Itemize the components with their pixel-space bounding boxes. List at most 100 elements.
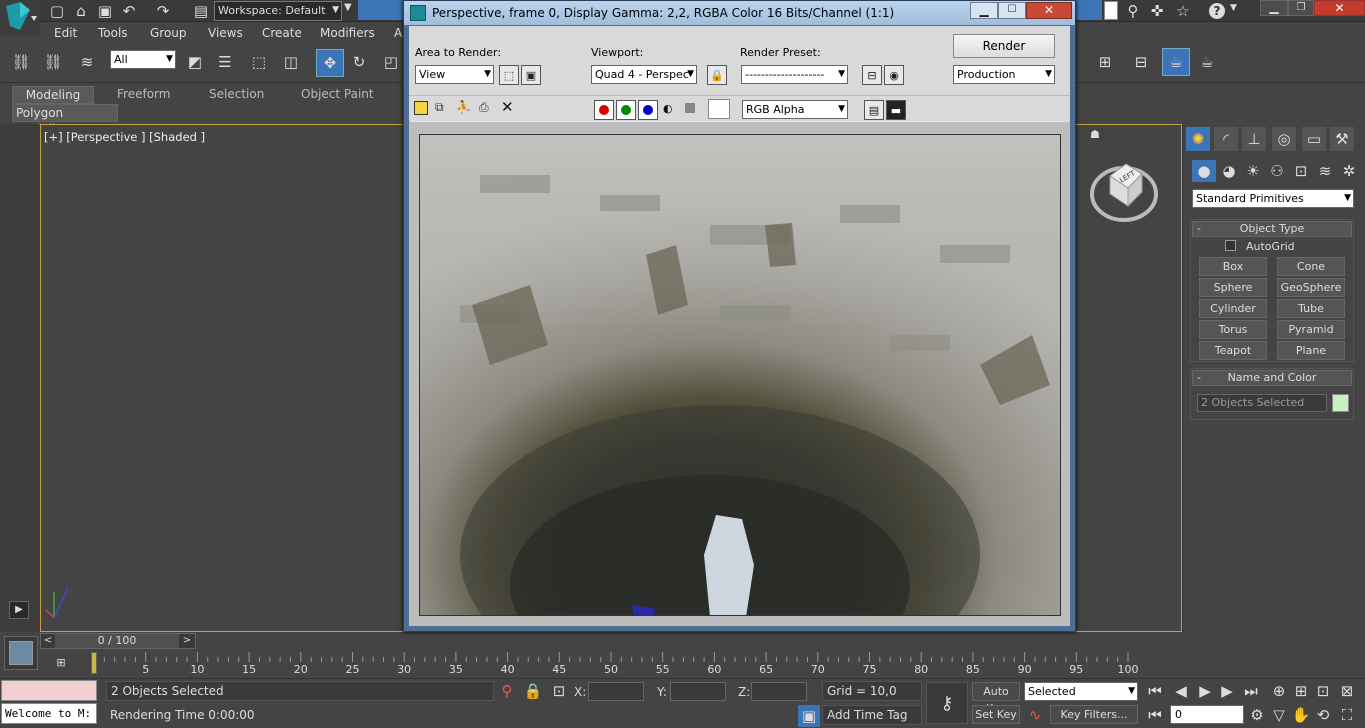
render-window-maximize[interactable]: ☐ (998, 2, 1026, 19)
zoom-all-icon[interactable]: ⊞ (1290, 680, 1312, 702)
space-warps-icon[interactable]: ≋ (1314, 160, 1336, 182)
time-slider-next[interactable]: > (180, 634, 194, 648)
cameras-icon[interactable]: ⚇ (1266, 160, 1288, 182)
modify-tab-icon[interactable]: ◜ (1214, 127, 1238, 151)
project-folder-icon[interactable]: ▤ (190, 0, 212, 22)
tube-button[interactable]: Tube (1277, 299, 1345, 318)
workspace-dropdown[interactable]: Workspace: Default ▼ (214, 1, 342, 21)
time-tag-icon[interactable]: ▣ (798, 705, 820, 727)
select-by-name-icon[interactable]: ☰ (214, 51, 236, 73)
red-channel-toggle[interactable] (594, 100, 614, 120)
binoculars-icon[interactable]: ⚲ (1122, 0, 1144, 22)
viewcube-icon[interactable]: LEFT (1088, 152, 1160, 224)
quick-access-dropdown[interactable]: ▼ (344, 2, 356, 20)
sphere-button[interactable]: Sphere (1199, 278, 1267, 297)
key-mode-toggle-icon[interactable]: ⏮ (1144, 704, 1166, 726)
redo-icon[interactable]: ↷ (152, 0, 174, 22)
menu-group[interactable]: Group (150, 26, 187, 40)
channel-dropdown[interactable]: RGB Alpha ▼ (742, 100, 848, 119)
object-name-field[interactable]: 2 Objects Selected (1197, 394, 1327, 412)
utilities-tab-icon[interactable]: ⚒ (1330, 127, 1354, 151)
hierarchy-tab-icon[interactable]: ⊥ (1242, 127, 1266, 151)
save-file-icon[interactable]: ▣ (94, 0, 116, 22)
z-coordinate-field[interactable] (751, 682, 807, 701)
mini-listener-button[interactable] (4, 636, 38, 670)
communication-center-icon[interactable]: ✜ (1146, 0, 1168, 22)
add-time-tag-field[interactable]: Add Time Tag (822, 705, 922, 725)
selection-lock-icon[interactable]: 🔒 (522, 680, 544, 702)
save-image-icon[interactable] (414, 101, 428, 115)
zoom-icon[interactable]: ⊕ (1268, 680, 1290, 702)
environment-effects-icon[interactable]: ◉ (884, 65, 904, 85)
maximize-viewport-icon[interactable]: ⛶ (1336, 704, 1358, 726)
clear-image-icon[interactable]: ✕ (501, 98, 514, 116)
new-file-icon[interactable]: ▢ (46, 0, 68, 22)
tab-object-paint[interactable]: Object Paint (301, 87, 374, 101)
object-type-header[interactable]: - Object Type (1192, 221, 1352, 237)
render-setup-button-icon[interactable]: ⊟ (862, 65, 882, 85)
systems-icon[interactable]: ✲ (1338, 160, 1360, 182)
render-setup-icon[interactable]: ⊟ (1130, 51, 1152, 73)
restore-button[interactable]: ❐ (1288, 0, 1314, 16)
monochrome-toggle[interactable] (685, 103, 695, 113)
zoom-extents-icon[interactable]: ⊡ (1312, 680, 1334, 702)
link-icon[interactable]: ⛓ (10, 51, 32, 73)
key-filters-button[interactable]: Key Filters... (1050, 705, 1138, 724)
box-button[interactable]: Box (1199, 257, 1267, 276)
tab-modeling[interactable]: Modeling (12, 86, 94, 104)
minimize-button[interactable]: ▁ (1260, 0, 1288, 16)
area-to-render-dropdown[interactable]: View ▼ (415, 65, 494, 84)
tab-selection[interactable]: Selection (209, 87, 264, 101)
render-production-icon[interactable]: ☕ (1196, 51, 1218, 73)
window-crossing-icon[interactable]: ◫ (280, 51, 302, 73)
blue-channel-toggle[interactable] (638, 100, 658, 120)
move-icon[interactable]: ✥ (316, 49, 344, 77)
zoom-extents-all-icon[interactable]: ⊠ (1336, 680, 1358, 702)
open-file-icon[interactable]: ⌂ (70, 0, 92, 22)
set-key-button[interactable]: Set Key (972, 705, 1020, 724)
pyramid-button[interactable]: Pyramid (1277, 320, 1345, 339)
object-color-swatch[interactable] (1332, 394, 1349, 412)
favorites-star-icon[interactable]: ☆ (1172, 0, 1194, 22)
toggle-ui-icon[interactable]: ▬ (886, 100, 906, 120)
polygon-modeling-panel[interactable]: Polygon Modeling (12, 104, 118, 136)
pan-icon[interactable]: ✋ (1290, 704, 1312, 726)
background-color-swatch[interactable] (708, 99, 730, 119)
render-button[interactable]: Render (953, 34, 1055, 58)
viewport-expand-button[interactable]: ▶ (9, 601, 29, 619)
app-logo[interactable] (0, 0, 40, 36)
print-image-icon[interactable]: ⎙ (479, 100, 489, 115)
next-frame-icon[interactable]: ▶ (1216, 680, 1238, 702)
alpha-channel-toggle[interactable]: ◐ (663, 102, 673, 115)
render-preset-dropdown[interactable]: -------------------- ▼ (741, 65, 848, 84)
y-coordinate-field[interactable] (670, 682, 726, 701)
helpers-icon[interactable]: ⊡ (1290, 160, 1312, 182)
curve-editor-icon[interactable]: ⊞ (50, 656, 72, 670)
key-mode-dropdown[interactable]: Selected ▼ (1024, 682, 1138, 701)
time-slider-prev[interactable]: < (41, 634, 55, 648)
rendered-frame-window-icon[interactable]: ☕ (1162, 48, 1190, 76)
set-key-icon[interactable]: ⚷ (926, 682, 968, 724)
menu-animation[interactable]: A (394, 26, 402, 40)
menu-create[interactable]: Create (262, 26, 302, 40)
motion-tab-icon[interactable]: ◎ (1272, 127, 1296, 151)
lights-icon[interactable]: ☀ (1242, 160, 1264, 182)
unlink-icon[interactable]: ⛓ (42, 51, 64, 73)
select-object-icon[interactable]: ◩ (184, 51, 206, 73)
time-configuration-icon[interactable]: ⚙ (1246, 704, 1268, 726)
help-dropdown-icon[interactable]: ▼ (1230, 3, 1237, 13)
menu-modifiers[interactable]: Modifiers (320, 26, 375, 40)
auto-region-icon[interactable]: ▣ (521, 65, 541, 85)
home-icon[interactable]: ☗ (1090, 128, 1100, 141)
geosphere-button[interactable]: GeoSphere (1277, 278, 1345, 297)
viewport-dropdown[interactable]: Quad 4 - Perspec ▼ (591, 65, 697, 84)
tab-freeform[interactable]: Freeform (117, 87, 170, 101)
rotate-icon[interactable]: ↻ (348, 51, 370, 73)
green-channel-toggle[interactable] (616, 100, 636, 120)
current-frame-marker[interactable] (91, 652, 97, 674)
search-box[interactable] (1104, 1, 1118, 20)
display-multi-channel-icon[interactable]: ⛹ (456, 100, 471, 114)
geometry-icon[interactable]: ● (1192, 160, 1216, 182)
x-coordinate-field[interactable] (588, 682, 644, 701)
field-of-view-icon[interactable]: ▽ (1268, 704, 1290, 726)
